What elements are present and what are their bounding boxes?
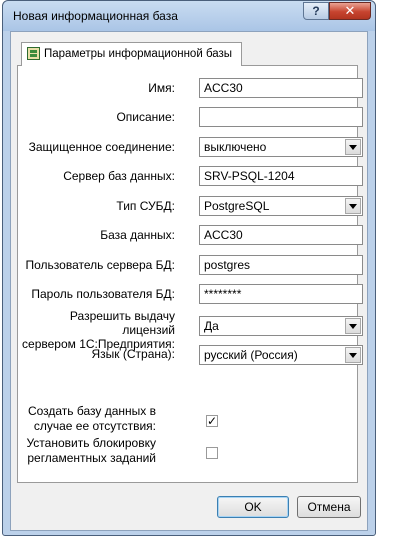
chevron-down-icon[interactable] [345,139,361,155]
tab-infobase-params[interactable]: Параметры информационной базы [21,42,242,66]
language-label: Язык (Страна): [91,347,175,361]
description-field[interactable] [199,107,363,127]
chevron-down-icon[interactable] [345,198,361,214]
license-issue-value: Да [204,319,219,333]
dialog-window: Новая информационная база ? ✕ Параметры … [2,0,376,536]
language-select[interactable]: русский (Россия) [199,345,363,365]
tab-label: Параметры информационной базы [44,48,233,60]
close-button[interactable]: ✕ [329,2,371,20]
secure-connection-select[interactable]: выключено [199,137,363,157]
block-tasks-checkbox[interactable] [206,447,218,459]
db-server-field[interactable]: SRV-PSQL-1204 [199,166,363,186]
help-button[interactable]: ? [303,2,329,20]
chevron-down-icon[interactable] [345,318,361,334]
database-field[interactable]: ACC30 [199,225,363,245]
license-issue-select[interactable]: Да [199,316,363,336]
name-label: Имя: [148,81,175,95]
db-password-label: Пароль пользователя БД: [31,287,175,301]
window-title: Новая информационная база [13,9,178,23]
db-user-label: Пользователь сервера БД: [25,258,175,272]
secure-connection-value: выключено [204,140,267,154]
license-issue-label-line1: Разрешить выдачу лицензий [69,309,175,337]
create-db-label: Создать базу данных в случае ее отсутств… [28,404,156,434]
params-panel: Имя: ACC30 Описание: Защищенное соединен… [17,65,363,483]
infobase-params-icon [27,47,40,60]
cancel-button[interactable]: Отмена [297,496,361,518]
db-user-field[interactable]: postgres [199,255,363,275]
block-tasks-label-line1: Установить блокировку [26,436,156,450]
create-db-checkbox[interactable]: ✓ [206,415,218,427]
title-bar[interactable]: Новая информационная база ? ✕ [3,1,375,31]
secure-connection-label: Защищенное соединение: [28,140,175,154]
dbms-type-select[interactable]: PostgreSQL [199,196,363,216]
db-password-field[interactable]: ******** [199,284,363,304]
language-value: русский (Россия) [204,348,298,362]
db-server-label: Сервер баз данных: [63,169,175,183]
name-field[interactable]: ACC30 [199,78,363,98]
create-db-label-line2: случае ее отсутствия: [33,419,156,433]
license-issue-label: Разрешить выдачу лицензий сервером 1С:Пр… [18,309,175,351]
description-label: Описание: [116,110,175,124]
dialog-body: Параметры информационной базы Имя: ACC30… [10,31,368,531]
dbms-type-value: PostgreSQL [204,199,270,213]
create-db-label-line1: Создать базу данных в [27,404,156,418]
database-label: База данных: [100,228,175,242]
ok-button[interactable]: OK [217,496,289,518]
block-tasks-label-line2: регламентных заданий [27,451,156,465]
chevron-down-icon[interactable] [345,347,361,363]
block-tasks-label: Установить блокировку регламентных задан… [26,436,156,466]
dbms-type-label: Тип СУБД: [116,199,175,213]
